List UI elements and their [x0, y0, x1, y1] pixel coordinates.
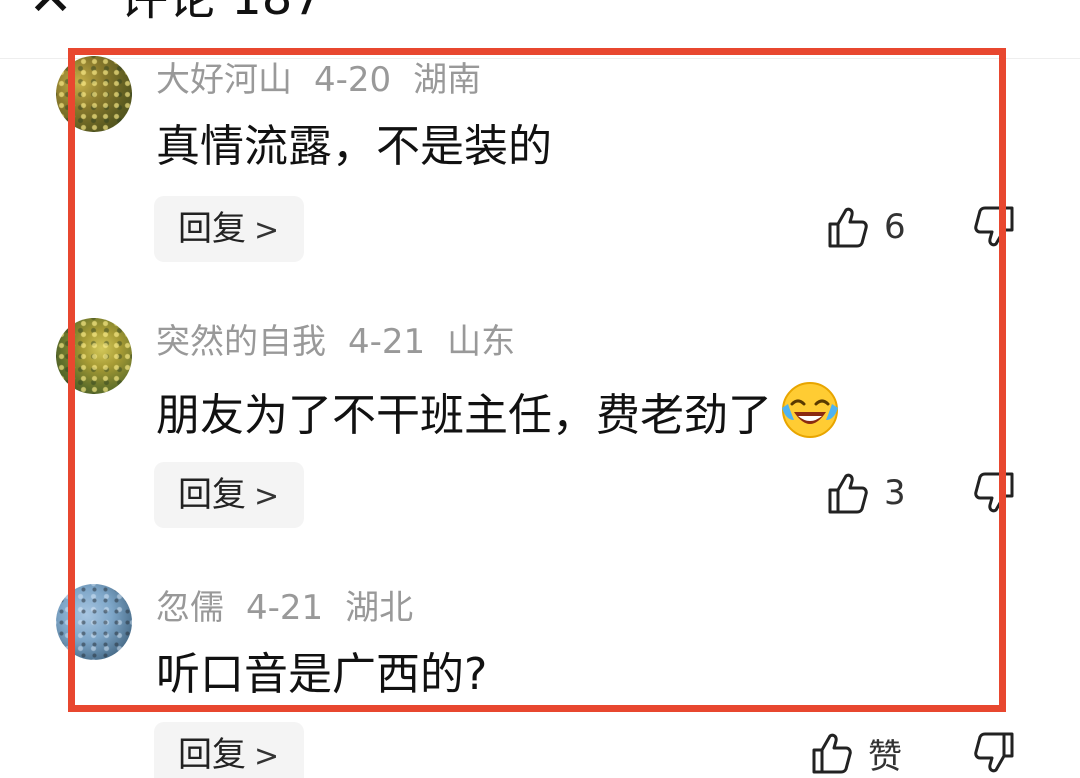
- laugh-cry-emoji-icon: [782, 382, 838, 438]
- thumbs-up-icon: [828, 473, 868, 514]
- comment-meta: 突然的自我 4-21 山东: [156, 322, 515, 362]
- comment-text: 朋友为了不干班主任，费老劲了: [156, 380, 840, 443]
- comment-date: 4-20: [314, 60, 392, 100]
- comment-meta: 忽儒 4-21 湖北: [156, 588, 413, 628]
- reply-button[interactable]: 回复 >: [154, 196, 304, 262]
- thumbs-down-icon[interactable]: [972, 470, 1018, 516]
- avatar[interactable]: [56, 584, 132, 660]
- comment-text: 真情流露，不是装的: [156, 121, 552, 172]
- like-button[interactable]: 6: [824, 202, 906, 252]
- thumbs-down-icon[interactable]: [972, 204, 1018, 250]
- chevron-right-icon: >: [254, 213, 280, 248]
- thumbs-down-icon[interactable]: [972, 730, 1018, 776]
- chevron-right-icon: >: [254, 479, 280, 514]
- avatar[interactable]: [56, 318, 132, 394]
- reply-label: 回复: [178, 735, 246, 775]
- comment-username[interactable]: 突然的自我: [156, 322, 326, 362]
- thumbs-up-icon: [828, 207, 868, 248]
- like-count: 6: [884, 207, 906, 247]
- comment-location: 湖南: [413, 60, 482, 100]
- like-button[interactable]: 赞: [808, 728, 902, 778]
- comments-page: ✕ 评论 187 大好河山4-20湖南 真情流露，不是装的 回复> 6 突然的自…: [0, 0, 1080, 778]
- comment-username[interactable]: 忽儒: [156, 588, 224, 628]
- avatar[interactable]: [56, 56, 132, 132]
- like-count: 3: [884, 473, 906, 513]
- comments-title: 评论 187: [120, 0, 323, 22]
- comment-location: 山东: [447, 322, 516, 362]
- comment-date: 4-21: [348, 322, 426, 362]
- reply-button[interactable]: 回复 >: [154, 462, 304, 528]
- reply-label: 回复: [178, 475, 246, 515]
- close-icon[interactable]: ✕: [28, 0, 73, 24]
- comments-header: ✕ 评论 187: [0, 0, 1080, 59]
- comment-date: 4-21: [246, 588, 324, 628]
- comment-meta: 大好河山 4-20 湖南: [156, 60, 481, 100]
- comment-text: 听口音是广西的?: [156, 649, 488, 700]
- comment-text-content: 朋友为了不干班主任，费老劲了: [156, 390, 772, 441]
- like-label: 赞: [868, 736, 902, 777]
- like-button[interactable]: 3: [824, 468, 906, 518]
- reply-button[interactable]: 回复 >: [154, 722, 304, 778]
- comment-username[interactable]: 大好河山: [156, 60, 292, 100]
- comment-location: 湖北: [345, 588, 414, 628]
- chevron-right-icon: >: [254, 739, 280, 774]
- thumbs-up-icon: [812, 733, 852, 774]
- reply-label: 回复: [178, 209, 246, 249]
